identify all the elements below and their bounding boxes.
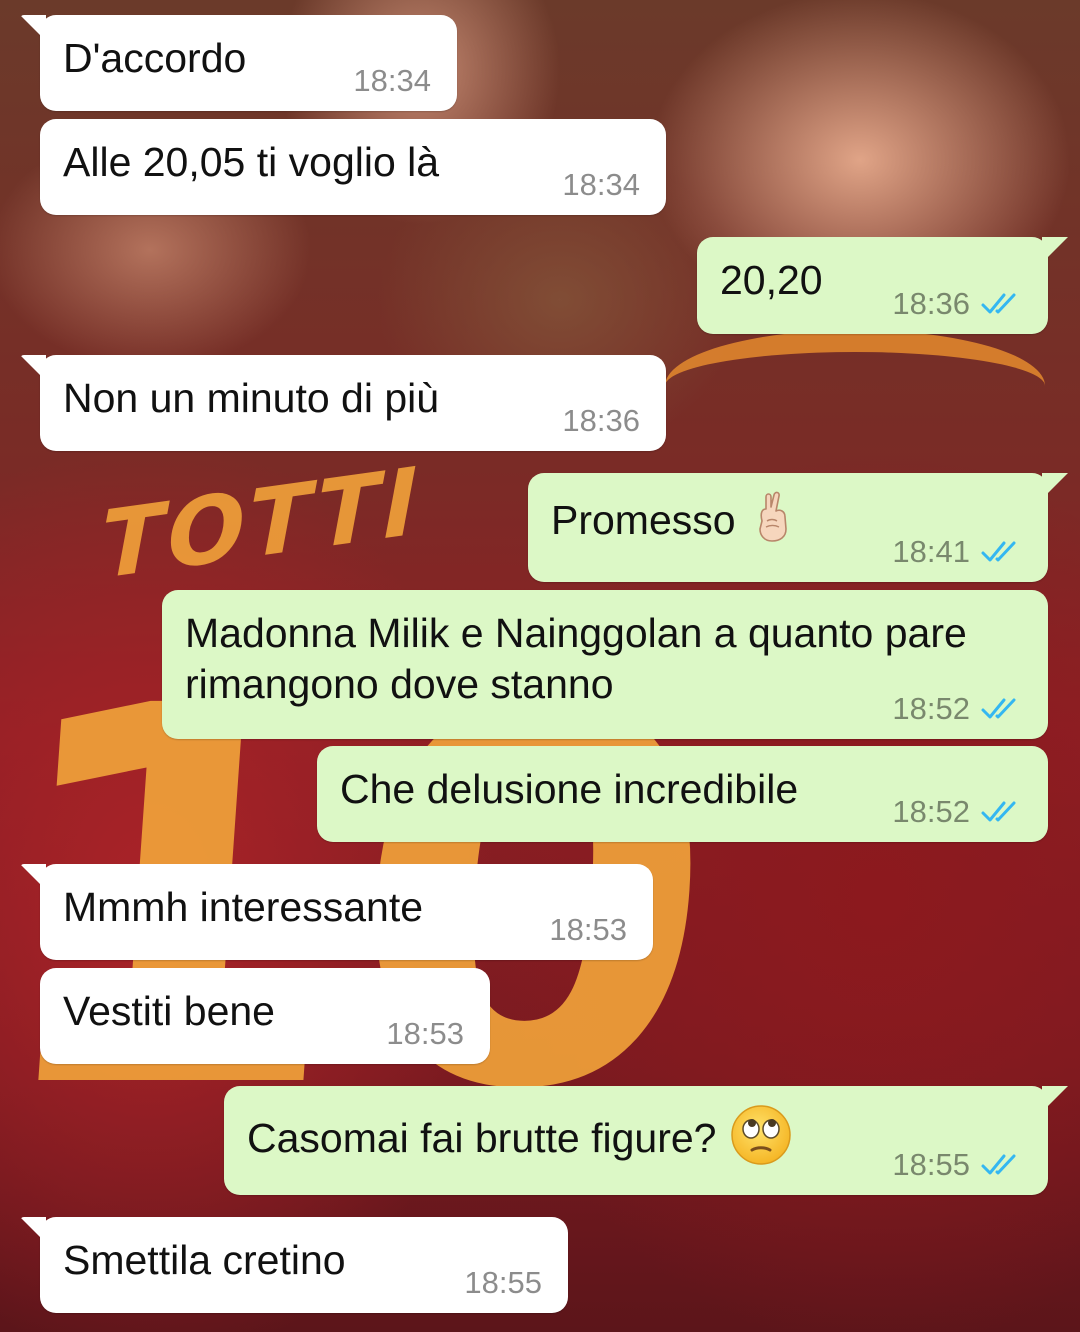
message-text: Promesso (551, 496, 736, 543)
message-bubble-incoming[interactable]: Non un minuto di più 18:36 (20, 355, 666, 451)
message-time: 18:55 (892, 1147, 970, 1182)
message-text: Vestiti bene (63, 988, 275, 1034)
message-time: 18:53 (549, 912, 627, 947)
message-time: 18:34 (353, 63, 431, 98)
crossed-fingers-icon (750, 491, 796, 555)
eye-roll-face-icon (730, 1104, 792, 1178)
read-ticks-icon (981, 698, 1016, 719)
message-meta: 18:41 (892, 536, 1024, 568)
message-text: Mmmh interessante (63, 884, 424, 930)
message-text: Casomai fai brutte figure? (247, 1114, 717, 1161)
message-time: 18:55 (464, 1265, 542, 1300)
message-bubble-outgoing[interactable]: 20,20 18:36 (697, 237, 1068, 334)
read-ticks-icon (981, 801, 1016, 822)
message-time: 18:34 (562, 167, 640, 202)
message-meta: 18:34 (562, 169, 640, 201)
message-meta: 18:36 (562, 405, 640, 437)
read-ticks-icon (981, 1154, 1016, 1175)
message-bubble-outgoing[interactable]: Promesso 18:41 (528, 473, 1068, 582)
message-meta: 18:34 (353, 65, 431, 97)
message-text: Non un minuto di più (63, 375, 440, 421)
message-bubble-incoming[interactable]: Alle 20,05 ti voglio là 18:34 (40, 119, 666, 215)
message-meta: 18:52 (892, 693, 1024, 725)
message-bubble-outgoing[interactable]: Che delusione incredibile 18:52 (317, 746, 1048, 842)
message-meta: 18:53 (549, 914, 627, 946)
message-meta: 18:55 (464, 1267, 542, 1299)
message-text: Che delusione incredibile (340, 766, 799, 812)
read-ticks-icon (981, 541, 1016, 562)
read-ticks-icon (981, 293, 1016, 314)
message-time: 18:41 (892, 534, 970, 569)
message-time: 18:52 (892, 691, 970, 726)
message-meta: 18:52 (892, 796, 1024, 828)
message-bubble-outgoing[interactable]: Casomai fai brutte figure? 18:55 (224, 1086, 1068, 1195)
message-text: 20,20 (720, 257, 823, 303)
message-list[interactable]: D'accordo 18:34 Alle 20,05 ti voglio là … (0, 0, 1080, 1332)
message-bubble-outgoing[interactable]: Madonna Milik e Nainggolan a quanto pare… (162, 590, 1048, 739)
message-text: Smettila cretino (63, 1237, 346, 1283)
message-meta: 18:55 (892, 1149, 1024, 1181)
message-bubble-incoming[interactable]: Vestiti bene 18:53 (40, 968, 490, 1064)
message-time: 18:52 (892, 794, 970, 829)
message-time: 18:53 (386, 1016, 464, 1051)
message-text: Alle 20,05 ti voglio là (63, 139, 440, 185)
message-text: Madonna Milik e Nainggolan a quanto pare… (185, 610, 979, 707)
message-meta: 18:36 (892, 288, 1024, 320)
message-time: 18:36 (892, 286, 970, 321)
message-bubble-incoming[interactable]: Smettila cretino 18:55 (20, 1217, 568, 1313)
message-time: 18:36 (562, 403, 640, 438)
message-meta: 18:53 (386, 1018, 464, 1050)
message-bubble-incoming[interactable]: D'accordo 18:34 (20, 15, 457, 111)
message-text: D'accordo (63, 35, 247, 81)
message-bubble-incoming[interactable]: Mmmh interessante 18:53 (20, 864, 653, 960)
